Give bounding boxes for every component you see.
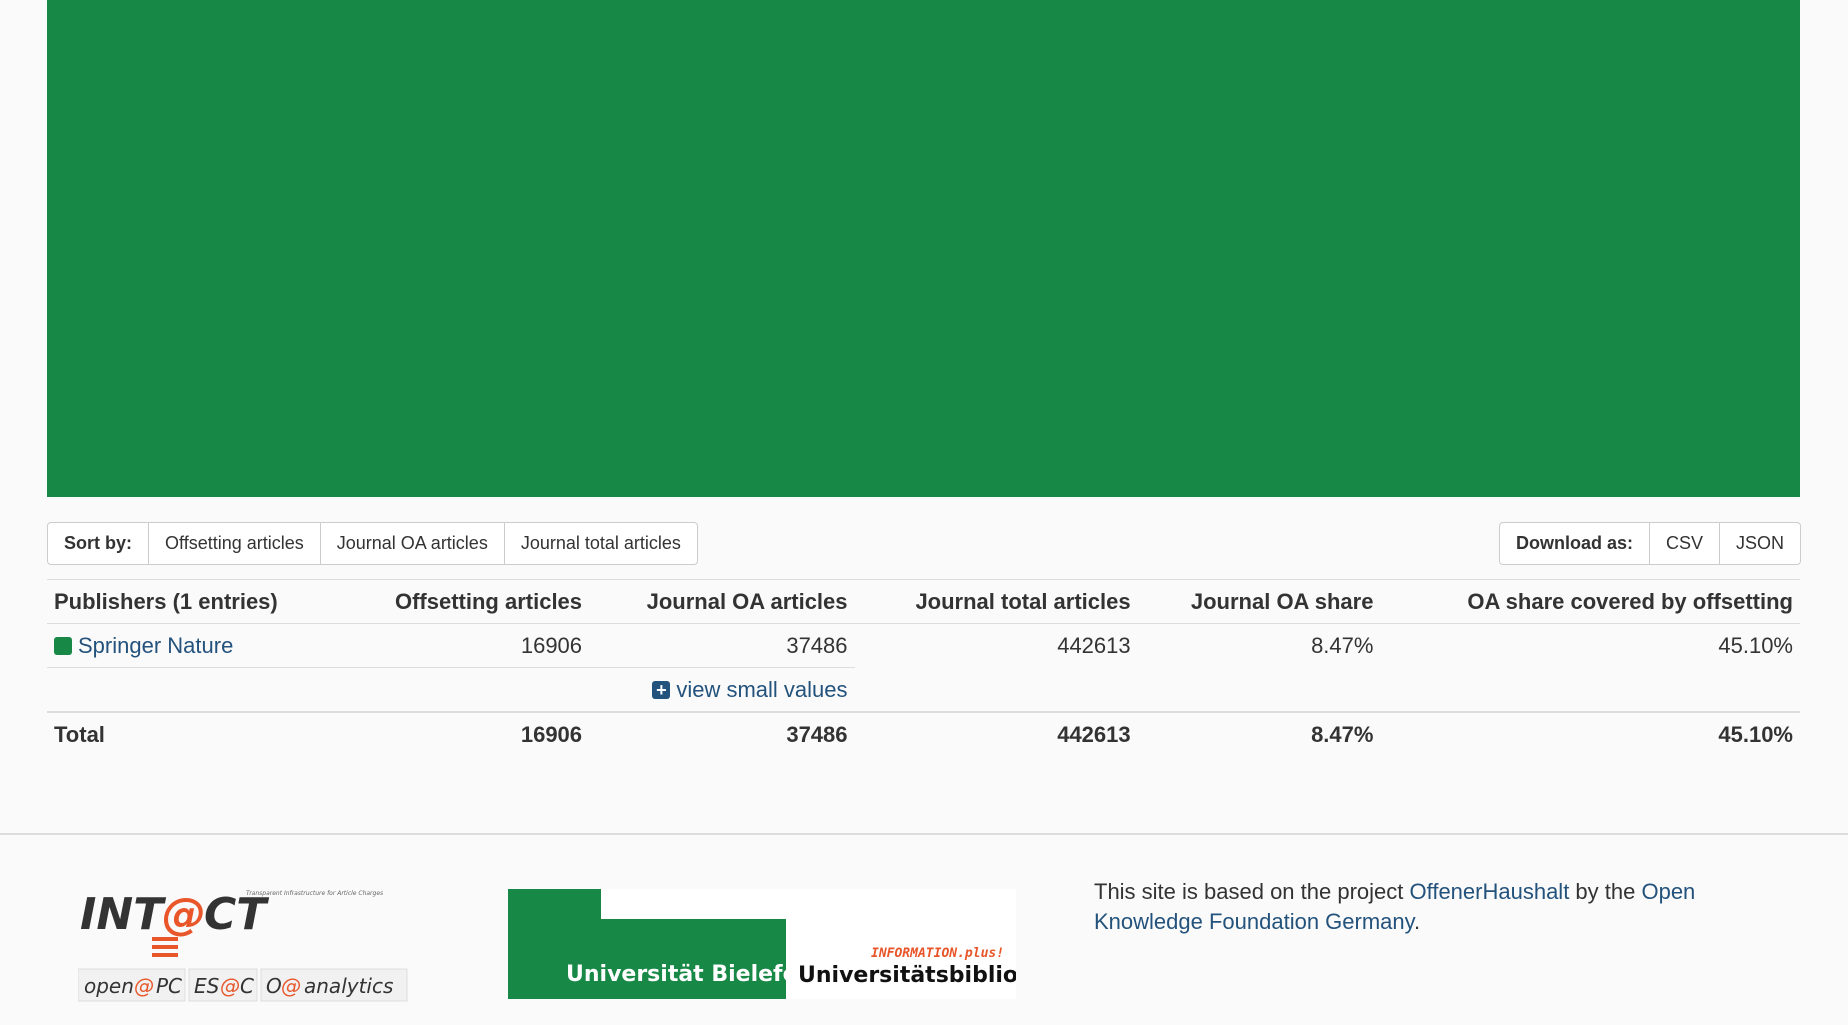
total-offsetting: 16906 <box>340 711 590 756</box>
total-journal-total: 442613 <box>854 711 1138 756</box>
total-row: Total 16906 37486 442613 8.47% 45.10% <box>47 711 1800 756</box>
view-small-values-label: view small values <box>676 676 848 702</box>
svg-text:INT: INT <box>80 889 166 940</box>
sort-by-label: Sort by: <box>47 522 150 565</box>
publisher-cell: Springer Nature <box>47 623 341 668</box>
header-publishers[interactable]: Publishers (1 entries) <box>47 579 341 624</box>
view-small-values-link[interactable]: + view small values <box>652 676 848 702</box>
total-journal-oa: 37486 <box>589 711 855 756</box>
svg-text:C: C <box>240 974 254 998</box>
journal-total-cell: 442613 <box>854 623 1138 668</box>
header-journal-total-articles[interactable]: Journal total articles <box>854 579 1138 624</box>
svg-text:O: O <box>266 974 282 998</box>
oa-share-cell: 8.47% <box>1137 623 1381 668</box>
svg-text:open: open <box>84 974 134 998</box>
journal-oa-cell: 37486 <box>589 623 855 668</box>
svg-text:@: @ <box>220 974 240 998</box>
footer-text-suffix: . <box>1414 909 1421 934</box>
svg-text:PC: PC <box>156 974 182 998</box>
sort-button-group: Sort by: Offsetting articles Journal OA … <box>47 522 698 565</box>
header-offsetting-articles[interactable]: Offsetting articles <box>340 579 590 624</box>
total-oa-share: 8.47% <box>1137 711 1381 756</box>
intact-logo[interactable]: INT @ CT Transparent Infrastructure for … <box>77 885 408 1005</box>
publishers-table: Publishers (1 entries) Offsetting articl… <box>47 579 1800 756</box>
footer-attribution: This site is based on the project Offene… <box>1094 877 1714 937</box>
footer-text-prefix: This site is based on the project <box>1094 879 1410 904</box>
header-journal-oa-articles[interactable]: Journal OA articles <box>589 579 855 624</box>
sort-journal-total-articles-button[interactable]: Journal total articles <box>503 522 698 565</box>
header-journal-oa-share[interactable]: Journal OA share <box>1137 579 1381 624</box>
svg-text:Universität Bielefeld: Universität Bielefeld <box>566 962 821 987</box>
svg-text:@: @ <box>162 889 206 940</box>
table-row: Springer Nature 16906 37486 442613 8.47%… <box>47 623 1800 668</box>
svg-text:analytics: analytics <box>304 974 393 998</box>
offenerhaushalt-link[interactable]: OffenerHaushalt <box>1410 879 1570 904</box>
svg-text:Transparent Infrastructure for: Transparent Infrastructure for Article C… <box>246 890 383 897</box>
publisher-color-swatch <box>54 636 72 655</box>
sort-journal-oa-articles-button[interactable]: Journal OA articles <box>319 522 505 565</box>
view-small-values-cell: + view small values <box>47 667 855 712</box>
header-oa-share-covered[interactable]: OA share covered by offsetting <box>1380 579 1800 624</box>
download-button-group: Download as: CSV JSON <box>1498 522 1801 565</box>
svg-text:@: @ <box>281 974 301 998</box>
svg-text:ES: ES <box>194 974 220 998</box>
offsetting-cell: 16906 <box>340 623 590 668</box>
svg-text:@: @ <box>134 974 154 998</box>
offsetting-share-cell: 45.10% <box>1380 623 1800 668</box>
sort-offsetting-articles-button[interactable]: Offsetting articles <box>148 522 321 565</box>
treemap-block-springer-nature[interactable] <box>47 0 1800 497</box>
view-small-values-row: + view small values <box>47 667 1800 713</box>
total-offsetting-share: 45.10% <box>1380 711 1800 756</box>
svg-text:INFORMATION.plus!: INFORMATION.plus! <box>871 946 1004 961</box>
download-json-button[interactable]: JSON <box>1718 522 1801 565</box>
download-csv-button[interactable]: CSV <box>1648 522 1720 565</box>
empty-cell <box>855 668 1800 713</box>
table-header-row: Publishers (1 entries) Offsetting articl… <box>47 579 1800 624</box>
publisher-link-springer-nature[interactable]: Springer Nature <box>78 633 233 658</box>
total-label: Total <box>47 711 341 756</box>
svg-text:Universitätsbibliothek: Universitätsbibliothek <box>798 963 1016 988</box>
footer: INT @ CT Transparent Infrastructure for … <box>0 833 1848 1025</box>
plus-square-icon: + <box>652 680 671 699</box>
bielefeld-library-logo[interactable]: Universität Bielefeld INFORMATION.plus! … <box>508 889 1075 999</box>
download-as-label: Download as: <box>1498 522 1650 565</box>
footer-text-middle: by the <box>1569 879 1642 904</box>
